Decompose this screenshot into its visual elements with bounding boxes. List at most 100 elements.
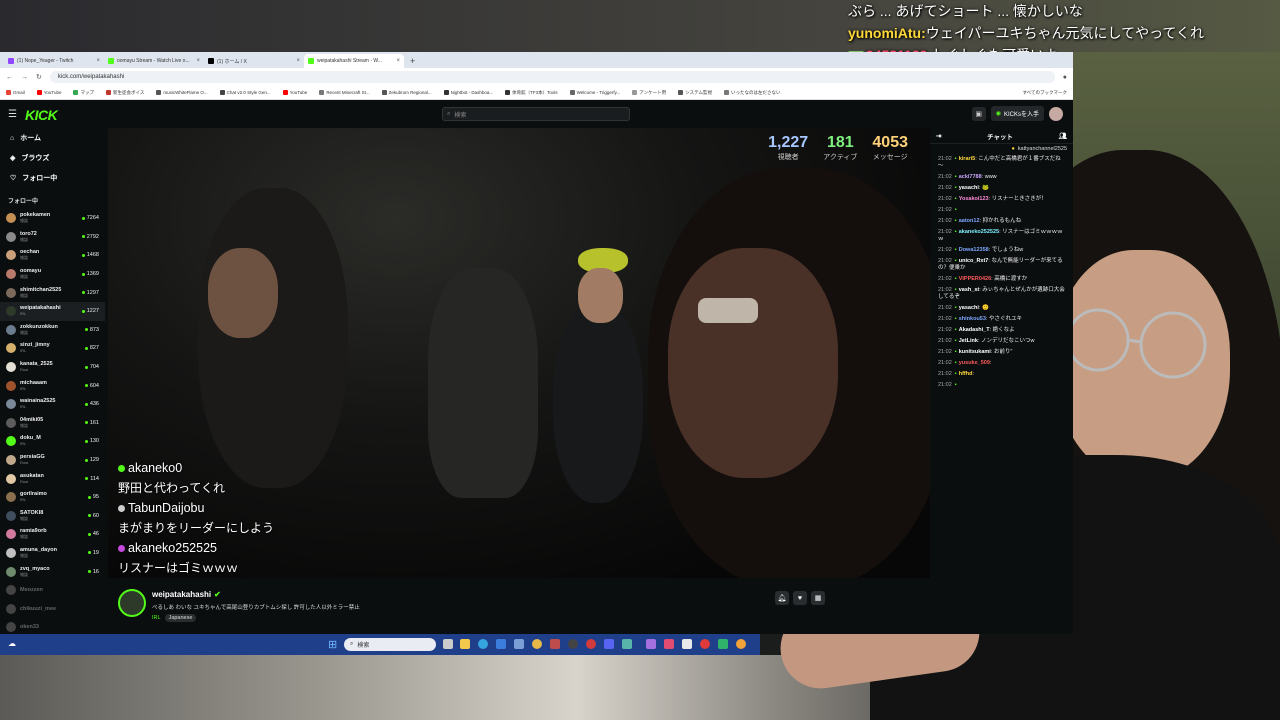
- following-item-offline[interactable]: Meozzen: [0, 581, 105, 600]
- bookmark-item[interactable]: Nightbot - Dashboa...: [443, 90, 493, 95]
- following-item[interactable]: zvq_myaco 雑談 16: [0, 562, 105, 581]
- browser-tab[interactable]: (1) Nope_Yeager - Twitch ×: [4, 54, 104, 68]
- following-item[interactable]: weipatakahashi IRL 1227: [0, 301, 105, 321]
- file-explorer-icon[interactable]: [460, 639, 470, 649]
- tab-close-icon[interactable]: ×: [296, 58, 300, 64]
- bookmark-item[interactable]: Zekubrum Regional...: [381, 90, 432, 95]
- chat-username[interactable]: hffhd: [959, 371, 973, 377]
- chat-username[interactable]: unico_Rxt7: [959, 258, 989, 264]
- collapse-chat-icon[interactable]: ⇥: [936, 132, 941, 140]
- profile-icon[interactable]: ●: [1063, 74, 1067, 81]
- user-avatar[interactable]: [1049, 106, 1063, 121]
- streamer-avatar[interactable]: [118, 589, 146, 617]
- gift-icon[interactable]: ▦: [811, 591, 825, 605]
- browser-tab[interactable]: (1) ホーム / X ×: [204, 54, 304, 68]
- bookmark-item[interactable]: マップ: [73, 90, 94, 96]
- chat-users-icon[interactable]: 👥︎: [1059, 132, 1067, 140]
- app-icon[interactable]: [646, 639, 656, 649]
- clips-icon[interactable]: ▣: [971, 106, 986, 121]
- following-item[interactable]: kanata_2525 Rust 704: [0, 358, 105, 377]
- follow-heart-icon[interactable]: ♥: [793, 591, 807, 605]
- reload-icon[interactable]: ↻: [36, 73, 42, 81]
- chat-username[interactable]: kunitsukami: [959, 349, 991, 355]
- following-item[interactable]: doku_M IRL 130: [0, 432, 105, 451]
- bookmark-item[interactable]: 体育館（TF3本）Tools: [505, 90, 558, 96]
- language-tag[interactable]: Japanese: [164, 614, 197, 622]
- bookmark-item[interactable]: YouTube: [36, 90, 61, 95]
- app-icon[interactable]: [622, 639, 632, 649]
- bookmark-item[interactable]: Chat v2.0 Style Gen...: [219, 90, 271, 95]
- nav-item[interactable]: ⌂ ホーム: [0, 128, 105, 148]
- bookmark-item[interactable]: Welcome - Triggerfy...: [569, 90, 620, 95]
- following-item[interactable]: asukatan Rust 114: [0, 469, 105, 488]
- chat-username[interactable]: yasachi: [959, 185, 979, 191]
- stream-category[interactable]: IRL: [152, 615, 161, 621]
- kick-logo[interactable]: KICK: [25, 107, 58, 123]
- pinned-gift[interactable]: ● kattyanchannel2525: [930, 144, 1073, 154]
- bookmark-item[interactable]: 新生徒会ボイス: [105, 90, 144, 96]
- chat-username[interactable]: aaton12: [959, 218, 980, 224]
- tab-close-icon[interactable]: ×: [396, 58, 400, 64]
- get-kicks-button[interactable]: ◉ KICKsを入手: [990, 106, 1044, 121]
- video-player[interactable]: 1,227 視聴者 181 アクティブ 4053 メッセージ akaneko0 野田と代わっ…: [108, 128, 930, 578]
- following-item[interactable]: gorilraimo IRL 95: [0, 488, 105, 507]
- following-item[interactable]: sinzi_jimny IRL 827: [0, 339, 105, 358]
- app-icon[interactable]: [736, 639, 746, 649]
- following-item[interactable]: michaaam IRL 604: [0, 376, 105, 395]
- app-icon[interactable]: [550, 639, 560, 649]
- url-input[interactable]: kick.com/weipatakahashi: [49, 71, 1055, 83]
- following-item[interactable]: SATOKI8 雑談 60: [0, 507, 105, 526]
- chat-username[interactable]: yasachi: [959, 305, 979, 311]
- bookmark-item[interactable]: いったなのは左ださない: [723, 90, 780, 96]
- app-icon[interactable]: [718, 639, 728, 649]
- discord-icon[interactable]: [604, 639, 614, 649]
- chat-username[interactable]: Akadashi_T: [959, 327, 990, 333]
- menu-icon[interactable]: ☰: [8, 109, 17, 120]
- edge-icon[interactable]: [478, 639, 488, 649]
- following-item[interactable]: ramia9orb 雑談 46: [0, 525, 105, 544]
- notification-bell-icon[interactable]: 🔔︎: [775, 591, 789, 605]
- app-icon[interactable]: [586, 639, 596, 649]
- browser-tab[interactable]: oomayu Stream - Watch Live o... ×: [104, 54, 204, 68]
- new-tab-button[interactable]: +: [404, 54, 421, 68]
- chat-username[interactable]: VIPPER0426: [959, 276, 991, 282]
- forward-icon[interactable]: →: [21, 74, 28, 81]
- chat-username[interactable]: vash_st: [959, 287, 980, 293]
- following-item-offline[interactable]: chikuuzi_mee: [0, 599, 105, 618]
- chat-username[interactable]: Yosakoi123: [959, 196, 989, 202]
- tab-close-icon[interactable]: ×: [96, 58, 100, 64]
- bookmark-item[interactable]: Recent Minecraft St...: [319, 90, 370, 95]
- chrome-icon[interactable]: [532, 639, 542, 649]
- chat-username[interactable]: acki7788: [959, 174, 982, 180]
- chat-username[interactable]: kirari5: [959, 156, 976, 162]
- search-input[interactable]: ⌕ 検索: [442, 107, 630, 121]
- chat-username[interactable]: Dowa12358: [959, 247, 989, 253]
- following-item[interactable]: amuna_dayon 雑談 19: [0, 544, 105, 563]
- chat-username[interactable]: akaneko252525: [959, 229, 999, 235]
- following-item[interactable]: wainaina2525 IRL 436: [0, 395, 105, 414]
- bookmark-item[interactable]: YouTube: [282, 90, 307, 95]
- browser-tab[interactable]: weipatakahashi Stream - W... ×: [304, 54, 404, 68]
- bookmark-item[interactable]: アンケート用: [632, 90, 666, 96]
- following-item[interactable]: toro72 雑談 2792: [0, 228, 105, 247]
- tab-close-icon[interactable]: ×: [196, 58, 200, 64]
- obs-icon[interactable]: [568, 639, 578, 649]
- nav-item[interactable]: ◈ ブラウズ: [0, 148, 105, 168]
- app-icon[interactable]: [682, 639, 692, 649]
- taskview-icon[interactable]: [443, 639, 453, 649]
- start-icon[interactable]: ⊞: [328, 638, 337, 651]
- following-item[interactable]: pokekamen 雑談 7264: [0, 209, 105, 228]
- bookmark-item[interactable]: musicWhiteFlame O...: [156, 90, 208, 95]
- weather-icon[interactable]: ☁: [8, 639, 16, 648]
- mail-icon[interactable]: [514, 639, 524, 649]
- chat-username[interactable]: shinkou53: [959, 316, 986, 322]
- store-icon[interactable]: [496, 639, 506, 649]
- chat-username[interactable]: JetLink: [959, 338, 978, 344]
- streamer-name-row[interactable]: weipatakahashi ✔: [152, 590, 221, 599]
- following-item[interactable]: oomayu 雑談 1369: [0, 265, 105, 284]
- following-item-offline[interactable]: oken33: [0, 618, 105, 634]
- following-item[interactable]: persiaGG Rust 129: [0, 451, 105, 470]
- bookmark-item[interactable]: システム監視: [678, 90, 712, 96]
- back-icon[interactable]: ←: [6, 74, 13, 81]
- app-icon[interactable]: [664, 639, 674, 649]
